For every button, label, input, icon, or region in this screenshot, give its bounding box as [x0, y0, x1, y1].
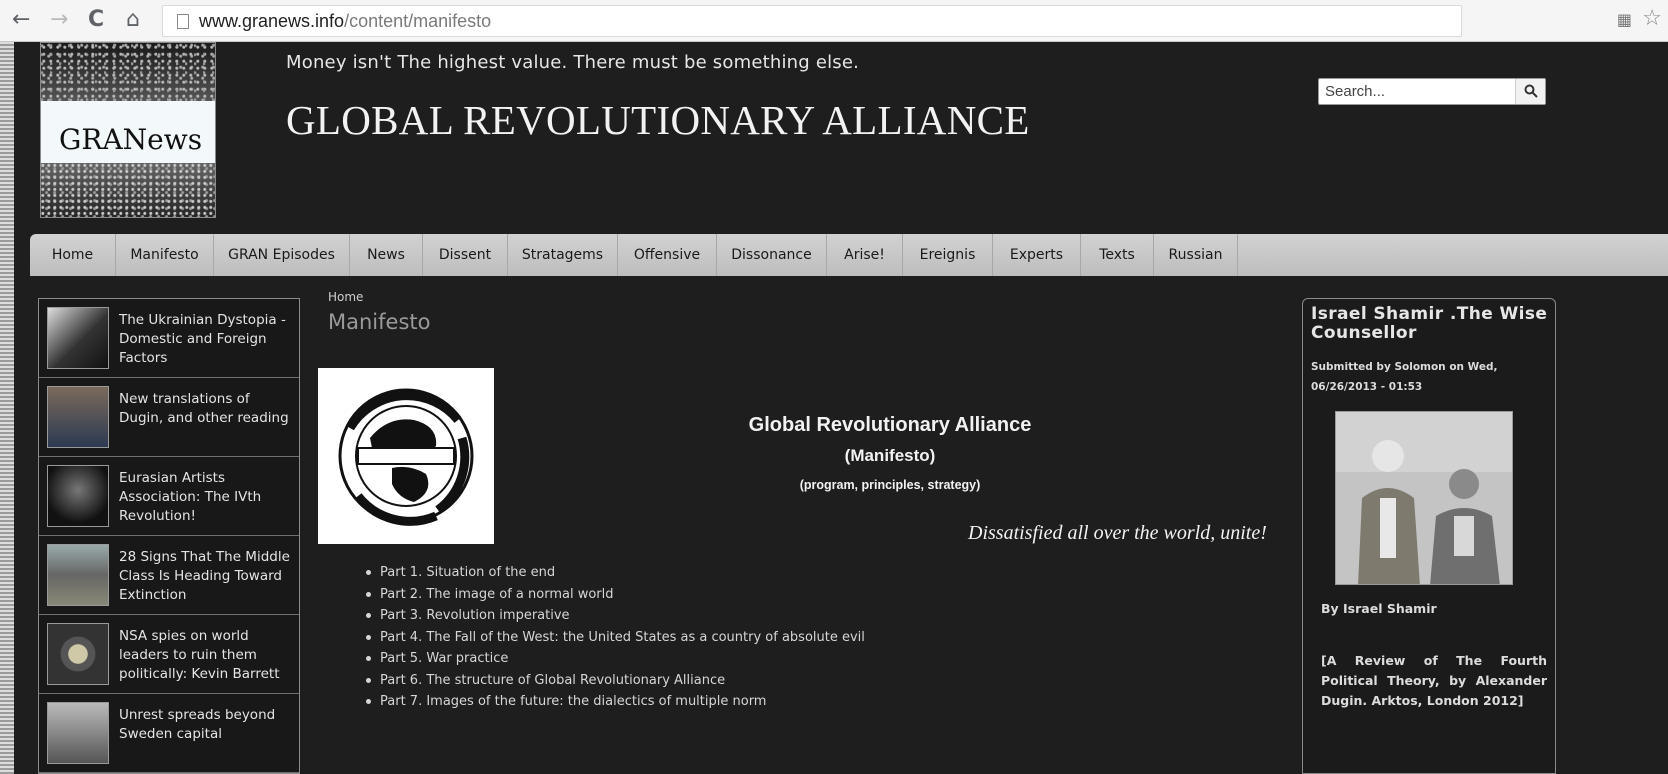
site-slogan: Money isn't The highest value. There mus… — [286, 52, 860, 73]
recent-posts-block: The Ukrainian Dystopia - Domestic and Fo… — [38, 298, 300, 774]
menu-item-arise[interactable]: Arise! — [827, 234, 903, 276]
list-item[interactable]: New translations of Dugin, and other rea… — [39, 378, 299, 457]
featured-article-block: Israel Shamir .The Wise Counsellor Submi… — [1302, 298, 1556, 774]
menu-item-texts[interactable]: Texts — [1081, 234, 1154, 276]
search-button[interactable] — [1515, 79, 1545, 104]
page-title: Manifesto — [328, 310, 431, 334]
crowd-image — [41, 163, 215, 217]
list-item[interactable]: Unrest spreads beyond Sweden capital — [39, 694, 299, 773]
list-item[interactable]: Part 1. Situation of the end — [366, 562, 1286, 584]
photo-image — [1336, 412, 1512, 584]
search-input[interactable] — [1319, 79, 1514, 104]
menu-item-home[interactable]: Home — [30, 234, 116, 276]
list-item[interactable]: Part 4. The Fall of the West: the United… — [366, 627, 1286, 649]
site-logo[interactable]: GRANews — [40, 42, 216, 218]
bookmark-star-icon[interactable]: ☆ — [1642, 6, 1662, 31]
reload-icon[interactable]: C — [88, 6, 104, 34]
page-icon — [177, 14, 189, 29]
byline: By Israel Shamir — [1321, 601, 1437, 616]
post-thumbnail[interactable] — [47, 386, 109, 448]
menu-item-experts[interactable]: Experts — [993, 234, 1081, 276]
browser-toolbar: ← → C ⌂ www.granews.info/content/manifes… — [0, 0, 1668, 42]
globe-emblem-icon — [338, 388, 474, 526]
menu-item-manifesto[interactable]: Manifesto — [116, 234, 214, 276]
address-bar[interactable]: www.granews.info/content/manifesto — [162, 5, 1462, 37]
breadcrumb[interactable]: Home — [328, 290, 363, 304]
list-item[interactable]: Part 7. Images of the future: the dialec… — [366, 691, 1286, 713]
post-title[interactable]: Unrest spreads beyond Sweden capital — [119, 706, 297, 744]
menu-item-dissent[interactable]: Dissent — [423, 234, 508, 276]
list-item[interactable]: Part 2. The image of a normal world — [366, 584, 1286, 606]
document-title: Global Revolutionary Alliance — [748, 414, 1032, 436]
post-title[interactable]: 28 Signs That The Middle Class Is Headin… — [119, 548, 297, 605]
menu-item-stratagems[interactable]: Stratagems — [508, 234, 618, 276]
menu-item-news[interactable]: News — [350, 234, 423, 276]
post-thumbnail[interactable] — [47, 544, 109, 606]
post-title[interactable]: The Ukrainian Dystopia - Domestic and Fo… — [119, 311, 297, 368]
list-item[interactable]: 28 Signs That The Middle Class Is Headin… — [39, 536, 299, 615]
post-title[interactable]: NSA spies on world leaders to ruin them … — [119, 627, 297, 684]
window-edge — [0, 42, 14, 774]
extension-icon[interactable]: ▦ — [1617, 10, 1632, 29]
featured-article-title[interactable]: Israel Shamir .The Wise Counsellor — [1311, 305, 1551, 343]
search-icon — [1524, 84, 1538, 98]
review-text: [A Review of The Fourth Political Theory… — [1321, 653, 1547, 708]
crowd-image — [41, 43, 215, 101]
post-thumbnail[interactable] — [47, 307, 109, 369]
back-arrow-icon[interactable]: ← — [12, 6, 30, 34]
logo-text: GRANews — [59, 123, 203, 156]
url-path: /content/manifesto — [344, 11, 492, 31]
document-description: (program, principles, strategy) — [799, 478, 981, 492]
main-menu: Home Manifesto GRAN Episodes News Dissen… — [30, 234, 1668, 276]
menu-item-russian[interactable]: Russian — [1154, 234, 1238, 276]
post-thumbnail[interactable] — [47, 702, 109, 764]
article-photo — [1335, 411, 1513, 585]
alliance-news-logo — [318, 368, 494, 544]
list-item[interactable]: Part 5. War practice — [366, 648, 1286, 670]
document-subtitle: (Manifesto) — [844, 446, 936, 465]
site-title[interactable]: GLOBAL REVOLUTIONARY ALLIANCE — [286, 96, 1030, 144]
list-item[interactable]: The Ukrainian Dystopia - Domestic and Fo… — [39, 299, 299, 378]
address-url[interactable]: www.granews.info/content/manifesto — [199, 11, 491, 32]
post-title[interactable]: New translations of Dugin, and other rea… — [119, 390, 297, 428]
list-item[interactable]: Eurasian Artists Association: The IVth R… — [39, 457, 299, 536]
forward-arrow-icon[interactable]: → — [50, 6, 68, 34]
list-item[interactable]: Part 6. The structure of Global Revoluti… — [366, 670, 1286, 692]
menu-item-gran-episodes[interactable]: GRAN Episodes — [214, 234, 350, 276]
list-item[interactable]: Part 3. Revolution imperative — [366, 605, 1286, 627]
search-form — [1318, 78, 1546, 105]
home-icon[interactable]: ⌂ — [126, 6, 140, 34]
list-item[interactable]: NSA spies on world leaders to ruin them … — [39, 615, 299, 694]
menu-item-dissonance[interactable]: Dissonance — [717, 234, 827, 276]
submitted-info: Submitted by Solomon on Wed, 06/26/2013 … — [1311, 361, 1498, 393]
manifesto-parts-list: Part 1. Situation of the end Part 2. The… — [366, 562, 1286, 713]
post-thumbnail[interactable] — [47, 623, 109, 685]
menu-item-ereignis[interactable]: Ereignis — [903, 234, 993, 276]
post-title[interactable]: Eurasian Artists Association: The IVth R… — [119, 469, 297, 526]
post-thumbnail[interactable] — [47, 465, 109, 527]
menu-item-offensive[interactable]: Offensive — [618, 234, 717, 276]
url-domain: www.granews.info — [199, 11, 345, 31]
motto: Dissatisfied all over the world, unite! — [968, 522, 1267, 544]
